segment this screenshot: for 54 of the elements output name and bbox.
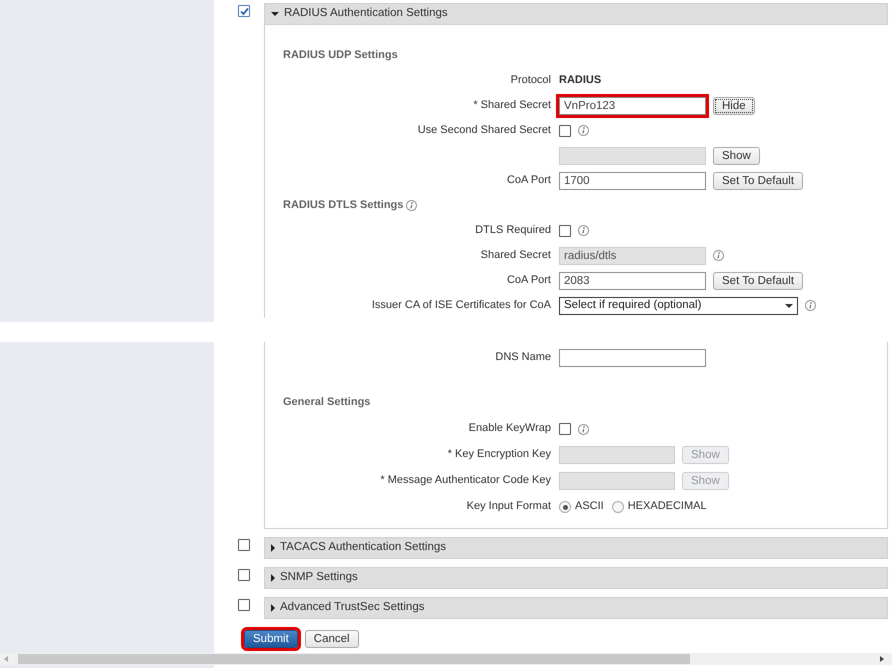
section-heading: General Settings (283, 396, 370, 410)
horizontal-scrollbar[interactable] (0, 653, 892, 665)
caret-icon (271, 604, 275, 612)
submit-button[interactable]: Submit (244, 630, 298, 648)
value-text: RADIUS (559, 74, 602, 88)
input-field[interactable]: 1700 (559, 172, 706, 190)
cancel-button[interactable]: Cancel (304, 630, 359, 648)
checkbox[interactable] (238, 539, 250, 551)
field-label: Use Second Shared Secret (418, 124, 551, 136)
checkbox[interactable] (559, 224, 571, 236)
field-button[interactable]: Set To Default (713, 272, 804, 290)
field-label: * Key Encryption Key (448, 448, 551, 460)
radio-button[interactable] (559, 501, 571, 513)
field-button[interactable]: Hide (713, 96, 755, 114)
checkbox[interactable] (238, 599, 250, 611)
scroll-right-icon[interactable] (880, 656, 884, 662)
field-label: Key Input Format (466, 500, 551, 512)
field-label: CoA Port (506, 274, 551, 286)
section-header[interactable]: TACACS Authentication Settings (264, 537, 888, 559)
caret-icon (271, 12, 279, 16)
checkbox[interactable] (559, 423, 571, 435)
field-label: Protocol (510, 74, 551, 86)
caret-icon (271, 574, 275, 582)
caret-icon (271, 544, 275, 552)
field-label: * Message Authenticator Code Key (380, 474, 551, 486)
field-label: Issuer CA of ISE Certificates for CoA (372, 298, 551, 311)
field-button[interactable]: Set To Default (713, 172, 804, 190)
info-icon[interactable] (578, 225, 589, 236)
field-label: DTLS Required (475, 224, 551, 236)
section-header[interactable]: Advanced TrustSec Settings (264, 597, 888, 619)
checkbox[interactable] (238, 569, 250, 581)
input-field[interactable]: 2083 (559, 272, 706, 290)
info-icon[interactable] (578, 424, 589, 434)
info-icon[interactable] (406, 200, 418, 211)
caret-icon (785, 304, 793, 308)
field-label: * Shared Secret (473, 98, 551, 111)
section-header[interactable]: SNMP Settings (264, 567, 888, 589)
section-heading: RADIUS UDP Settings (283, 48, 398, 62)
section-header[interactable]: RADIUS Authentication Settings (264, 3, 888, 25)
checkbox[interactable] (559, 124, 571, 136)
field-label: CoA Port (506, 174, 551, 186)
section-heading: RADIUS DTLS Settings (283, 198, 404, 212)
scrollbar-thumb[interactable] (18, 654, 690, 664)
info-icon[interactable] (578, 125, 589, 136)
dropdown[interactable]: Select if required (optional) (559, 296, 798, 314)
radio-label: HEXADECIMAL (628, 500, 707, 514)
radio-button[interactable] (612, 501, 624, 513)
info-icon[interactable] (805, 300, 816, 311)
field-label: Shared Secret (480, 248, 551, 261)
field-label: DNS Name (495, 351, 551, 364)
input-field[interactable] (559, 349, 706, 367)
field-label: Enable KeyWrap (468, 422, 551, 434)
radio-label: ASCII (575, 500, 604, 514)
checkbox[interactable] (238, 5, 250, 17)
